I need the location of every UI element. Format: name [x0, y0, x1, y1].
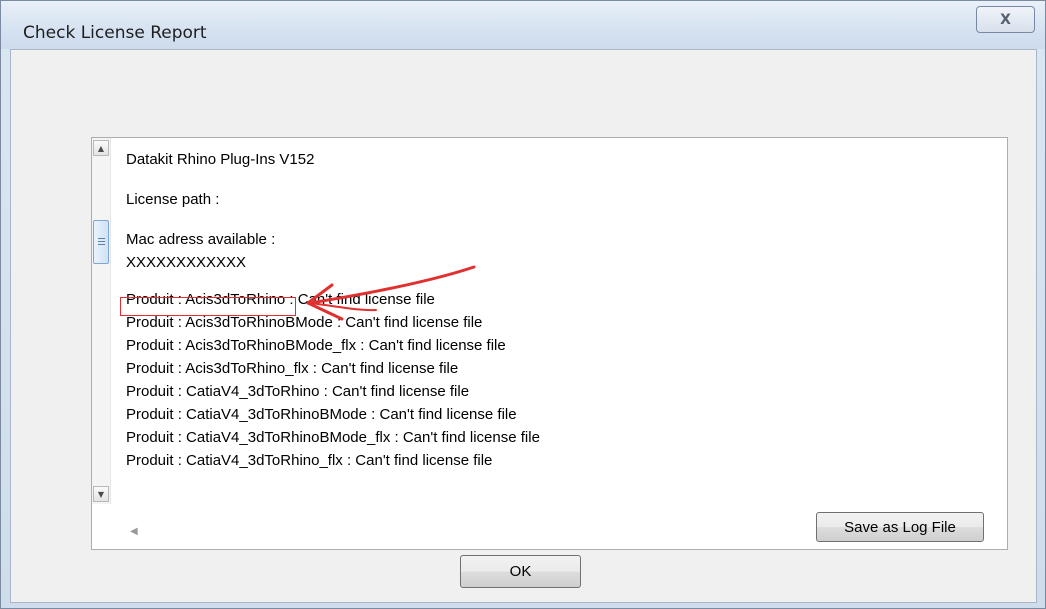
product-line: Produit : CatiaV4_3dToRhino_flx : Can't … [126, 452, 493, 469]
scrollbar-thumb[interactable] [93, 220, 109, 264]
red-arrow-annotation [306, 265, 476, 321]
mac-address-highlight-box [120, 297, 296, 316]
grip-icon [97, 237, 105, 247]
product-line: Produit : CatiaV4_3dToRhinoBMode_flx : C… [126, 429, 540, 446]
license-report-textbox[interactable]: ▲ ▼ Datakit Rhino Plug-Ins V152 License … [91, 137, 1008, 550]
mac-address-label: Mac adress available : [126, 231, 276, 248]
product-line: Produit : CatiaV4_3dToRhino : Can't find… [126, 383, 470, 400]
product-line: Produit : CatiaV4_3dToRhinoBMode : Can't… [126, 406, 517, 423]
left-arrow-icon[interactable]: ◀ [130, 526, 138, 537]
close-icon: X [1000, 11, 1011, 28]
report-header: Datakit Rhino Plug-Ins V152 [126, 151, 315, 168]
close-button[interactable]: X [976, 6, 1035, 33]
dialog-client-area: ▲ ▼ Datakit Rhino Plug-Ins V152 License … [10, 49, 1037, 603]
save-as-log-file-button[interactable]: Save as Log File [816, 512, 984, 542]
title-bar[interactable]: Check License Report X [1, 1, 1045, 49]
license-path-label: License path : [126, 191, 220, 208]
up-arrow-icon[interactable]: ▲ [93, 140, 109, 156]
dialog-window: Check License Report X ▲ ▼ Datakit Rhino… [0, 0, 1046, 609]
product-line: Produit : Acis3dToRhino_flx : Can't find… [126, 360, 459, 377]
product-line: Produit : Acis3dToRhinoBMode_flx : Can't… [126, 337, 506, 354]
ok-button[interactable]: OK [460, 555, 581, 588]
vertical-scrollbar[interactable]: ▲ ▼ [92, 138, 111, 504]
down-arrow-icon[interactable]: ▼ [93, 486, 109, 502]
window-title: Check License Report [23, 23, 207, 43]
